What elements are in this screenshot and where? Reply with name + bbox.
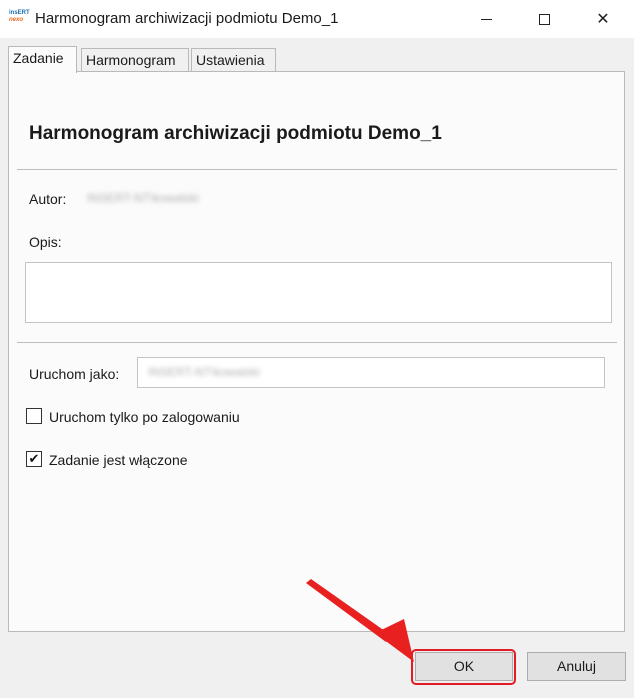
minimize-button[interactable]	[463, 0, 509, 38]
only-logged-checkbox[interactable]	[26, 408, 42, 424]
run-as-value: INSERT-NT\kowalski	[148, 365, 260, 379]
tab-ustawienia[interactable]: Ustawienia	[191, 48, 276, 72]
run-as-label: Uruchom jako:	[29, 366, 120, 382]
maximize-icon	[538, 13, 550, 25]
opis-label: Opis:	[29, 234, 62, 250]
close-button[interactable]: ✕	[580, 0, 626, 38]
autor-label: Autor:	[29, 191, 67, 207]
app-icon: insERT nexo	[9, 10, 30, 26]
cancel-button[interactable]: Anuluj	[527, 652, 626, 681]
divider	[17, 342, 617, 343]
run-as-field[interactable]: INSERT-NT\kowalski	[137, 357, 605, 388]
page-title: Harmonogram archiwizacji podmiotu Demo_1	[29, 123, 442, 144]
autor-value: INSERT-NT\kowalski	[87, 191, 199, 205]
task-enabled-label[interactable]: Zadanie jest włączone	[49, 452, 188, 468]
task-enabled-checkbox[interactable]: ✔	[26, 451, 42, 467]
divider	[17, 169, 617, 170]
description-textarea[interactable]	[25, 262, 612, 323]
title-bar: insERT nexo Harmonogram archiwizacji pod…	[0, 0, 634, 38]
close-icon: ✕	[596, 11, 610, 28]
tab-panel-zadanie: Harmonogram archiwizacji podmiotu Demo_1…	[8, 71, 625, 632]
window-title: Harmonogram archiwizacji podmiotu Demo_1	[35, 10, 339, 27]
app-icon-text-top: insERT	[9, 10, 30, 16]
ok-button[interactable]: OK	[415, 652, 513, 681]
tab-harmonogram[interactable]: Harmonogram	[81, 48, 189, 72]
only-logged-label[interactable]: Uruchom tylko po zalogowaniu	[49, 409, 240, 425]
maximize-button[interactable]	[521, 0, 567, 38]
tab-zadanie[interactable]: Zadanie	[8, 46, 77, 73]
minimize-icon	[480, 18, 492, 20]
checkmark-icon: ✔	[28, 451, 40, 466]
app-icon-text-bottom: nexo	[9, 17, 24, 23]
